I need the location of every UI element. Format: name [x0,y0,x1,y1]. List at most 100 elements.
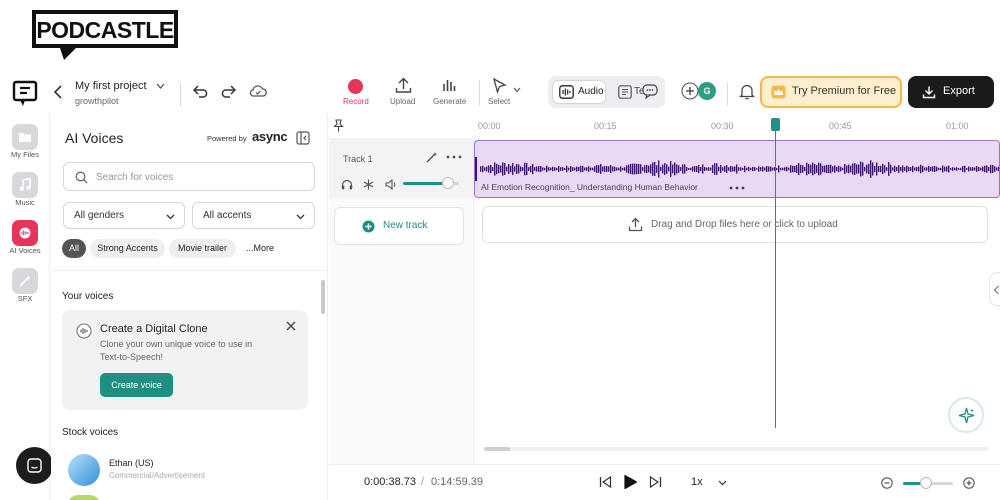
tools-divider [479,80,480,106]
voice-name[interactable]: Ethan (US) [109,458,154,468]
waveform-bar [632,163,634,175]
volume-speaker-icon[interactable] [385,179,397,190]
project-title[interactable]: My first project [75,80,147,92]
right-panel-handle[interactable] [989,272,1000,306]
notification-bell-icon[interactable] [739,83,755,100]
create-voice-label[interactable]: Create voice [100,373,173,397]
new-track-label[interactable]: New track [383,220,427,231]
sparkle-icon [958,407,975,424]
select-cursor-icon[interactable] [491,77,508,94]
speed-dropdown-chevron-icon[interactable] [718,480,727,486]
select-label[interactable]: Select [488,97,510,106]
ai-voice-icon [19,227,31,239]
skip-forward-icon[interactable] [649,476,662,488]
skip-back-icon[interactable] [599,476,612,488]
side-rail: My Files Music AI Voices SFX [0,114,50,500]
panel-scrollbar[interactable] [321,280,325,314]
rail-label-my-files[interactable]: My Files [0,150,50,159]
back-chevron-icon[interactable] [53,85,63,99]
generate-icon[interactable] [441,77,458,94]
waveform-bar [544,167,546,171]
redo-icon[interactable] [219,84,236,98]
zoom-out-icon[interactable] [881,477,893,489]
waveform-bar [642,167,644,171]
waveform-bar [982,166,984,172]
chip-movie-trailer[interactable]: Movie trailer [169,239,236,258]
record-label[interactable]: Record [343,97,369,106]
waveform-bar [954,167,956,171]
upload-drop-zone[interactable]: Drag and Drop files here or click to upl… [482,206,988,243]
waveform-bar [802,165,804,173]
rail-label-ai-voices[interactable]: AI Voices [0,246,50,255]
track-more-options-icon[interactable] [446,155,462,159]
add-collaborator-icon[interactable] [681,82,699,100]
cloud-save-icon[interactable] [249,84,267,98]
waveform-bar [566,165,568,173]
clip-more-options-icon[interactable] [729,186,745,190]
upload-icon[interactable] [395,77,412,94]
waveform-bar [482,165,484,173]
waveform-bar [622,167,624,171]
audio-clip[interactable]: AI Emotion Recognition_ Understanding Hu… [474,140,1000,198]
rail-label-sfx[interactable]: SFX [0,294,50,303]
time-ruler[interactable]: 00:00 00:15 00:30 00:45 01:00 [474,114,1000,138]
chip-more[interactable]: ...More [240,239,280,258]
waveform-bar [810,164,812,174]
waveform-bar [718,166,720,172]
playback-speed[interactable]: 1x [691,476,703,488]
close-icon[interactable] [286,321,296,331]
waveform-bar [960,167,962,171]
track-effects-wand-icon[interactable] [425,151,438,164]
app-home-icon[interactable] [12,80,38,106]
search-box[interactable] [63,162,315,191]
zoom-slider[interactable] [903,477,953,489]
upload-label[interactable]: Upload [390,97,415,106]
record-icon[interactable] [348,79,363,94]
chip-all[interactable]: All [62,239,86,258]
chip-strong-accents[interactable]: Strong Accents [90,239,165,258]
waveform-bar [798,163,800,175]
clip-start-handle[interactable] [475,157,477,181]
timeline-scroll-track[interactable] [484,447,989,451]
try-premium-label[interactable]: Try Premium for Free [792,85,896,97]
freeze-snowflake-icon[interactable] [363,179,374,190]
voice-avatar[interactable] [68,454,100,486]
waveform-bar [988,166,990,172]
undo-icon[interactable] [193,84,210,98]
collaborator-avatar[interactable]: G [698,82,716,100]
timeline-scrollbar[interactable] [484,447,510,451]
waveform-bar [640,164,642,174]
rail-label-music[interactable]: Music [0,198,50,207]
chat-bubble-icon[interactable] [642,84,659,99]
create-voice-button[interactable]: Create voice [100,373,173,397]
tab-audio-label[interactable]: Audio [578,86,604,97]
generate-label[interactable]: Generate [433,97,466,106]
export-label[interactable]: Export [943,85,975,97]
track-volume-slider[interactable] [403,177,459,189]
logo-text: PODCASTLE [36,17,174,43]
gender-select[interactable]: All genders [63,202,185,229]
waveform-bar [914,167,916,171]
waveform-bar [724,166,726,172]
accent-select[interactable]: All accents [192,202,315,229]
search-input[interactable] [96,168,306,186]
new-track-button[interactable]: New track [334,207,464,245]
project-dropdown-chevron-icon[interactable] [156,83,165,90]
play-icon[interactable] [623,474,638,490]
track-volume-thumb[interactable] [441,177,454,189]
waveform-bar [674,162,676,176]
waveform-bar [880,165,882,173]
zoom-in-icon[interactable] [963,477,975,489]
select-dropdown-chevron-icon[interactable] [513,87,521,93]
zoom-slider-thumb[interactable] [919,477,932,489]
voice-avatar[interactable] [68,495,100,500]
collapse-panel-icon[interactable] [296,131,310,145]
track-name[interactable]: Track 1 [343,154,373,164]
your-voices-heading: Your voices [62,291,114,302]
waveform-bar [708,167,710,171]
timeline-pin-icon[interactable] [333,119,344,132]
headphones-icon[interactable] [341,179,353,190]
playhead-handle[interactable] [771,118,780,131]
ai-assistant-button[interactable] [948,397,984,433]
support-chat-button[interactable] [16,447,53,484]
